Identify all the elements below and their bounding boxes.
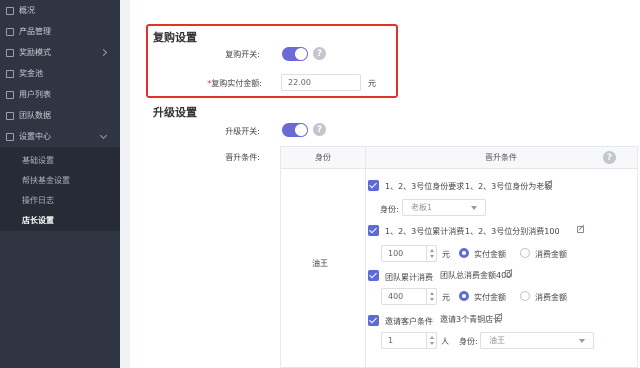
stepper-arrows-icon[interactable] — [426, 289, 436, 304]
settings-icon — [6, 132, 14, 141]
team-icon — [6, 111, 14, 120]
stepper-arrows-icon[interactable] — [426, 246, 436, 261]
row-identity: 油王 — [312, 259, 328, 268]
upgrade-switch-label: 升级开关: — [225, 127, 260, 136]
table-divider — [365, 147, 366, 368]
sidebar-item-team-data[interactable]: 团队数据 — [0, 105, 120, 126]
repurchase-title: 复购设置 — [153, 31, 197, 44]
radio-consume-label: 消费金额 — [535, 250, 567, 259]
chevron-right-icon — [99, 48, 108, 57]
question-circle-icon[interactable]: ? — [603, 151, 616, 164]
submenu-item-aid-fund[interactable]: 帮扶基金设置 — [22, 170, 70, 190]
radio-paid-amount[interactable] — [459, 291, 469, 301]
repurchase-amount-input[interactable]: 22.00 — [281, 74, 361, 91]
invite-identity-select[interactable]: 油王 — [480, 332, 594, 349]
condition-identity-desc: 1、2、3号位身份为老板 — [465, 182, 553, 191]
question-circle-icon[interactable]: ? — [313, 123, 326, 136]
sidebar-item-label: 奖金池 — [19, 69, 43, 78]
stepper-arrows-icon[interactable] — [426, 333, 436, 348]
user-list-icon — [6, 90, 14, 99]
condition-consume-label: 1、2、3号位累计消费 — [385, 227, 465, 236]
radio-paid-label: 实付金额 — [474, 250, 506, 259]
radio-consume-amount[interactable] — [520, 248, 530, 258]
repurchase-amount-unit: 元 — [368, 79, 376, 88]
checkbox-condition-invite[interactable] — [368, 315, 379, 326]
sidebar-item-overview[interactable]: 概况 — [0, 0, 120, 21]
upgrade-switch[interactable] — [282, 123, 308, 137]
sidebar-item-label: 奖励模式 — [19, 48, 51, 57]
repurchase-amount-label: *复购实付金额: — [207, 79, 262, 88]
identity-label: 身份: — [380, 205, 399, 214]
reward-icon — [6, 48, 14, 57]
overview-icon — [6, 6, 14, 15]
repurchase-switch-label: 复购开关: — [225, 50, 260, 59]
checkbox-condition-team[interactable] — [368, 270, 379, 281]
edit-icon[interactable] — [577, 226, 584, 233]
table-header-identity: 身份 — [281, 147, 365, 169]
sidebar-item-products[interactable]: 产品管理 — [0, 21, 120, 42]
sidebar: 概况 产品管理 奖励模式 奖金池 用户列表 团队数据 设置中心 基础设置 帮扶基… — [0, 0, 120, 368]
radio-paid-amount[interactable] — [459, 248, 469, 258]
sidebar-item-settings[interactable]: 设置中心 — [0, 126, 120, 147]
sidebar-item-users[interactable]: 用户列表 — [0, 84, 120, 105]
radio-consume-label: 消费金额 — [535, 293, 567, 302]
submenu-item-log[interactable]: 操作日志 — [22, 190, 54, 210]
team-unit: 元 — [442, 293, 450, 302]
checkbox-condition-identity[interactable] — [368, 180, 379, 191]
edit-icon[interactable] — [495, 314, 502, 321]
settings-submenu: 基础设置 帮扶基金设置 操作日志 店长设置 — [0, 147, 120, 231]
condition-consume-desc: 1、2、3号位分别消费100 — [465, 227, 560, 236]
submenu-item-store-manager[interactable]: 店长设置 — [22, 210, 54, 230]
product-icon — [6, 27, 14, 36]
sidebar-item-label: 用户列表 — [19, 90, 51, 99]
pool-icon — [6, 69, 14, 78]
radio-paid-label: 实付金额 — [474, 293, 506, 302]
invite-unit: 人 — [441, 337, 449, 346]
condition-team-label: 团队累计消费 — [385, 273, 433, 282]
sidebar-item-label: 设置中心 — [19, 132, 51, 141]
promotion-condition-label: 晋升条件: — [225, 153, 260, 162]
sidebar-item-bonus-pool[interactable]: 奖金池 — [0, 63, 120, 84]
team-amount-stepper[interactable]: 400 — [381, 288, 437, 305]
checkbox-condition-consume[interactable] — [368, 225, 379, 236]
condition-team-desc: 团队总消费金额400 — [440, 271, 512, 280]
repurchase-switch[interactable] — [282, 47, 308, 61]
chevron-down-icon — [99, 131, 108, 139]
sidebar-item-label: 产品管理 — [19, 27, 51, 36]
invite-identity-label: 身份: — [459, 337, 478, 346]
identity-select[interactable]: 老板1 — [402, 199, 486, 216]
sidebar-item-reward-mode[interactable]: 奖励模式 — [0, 42, 120, 63]
table-header-condition: 晋升条件 — [365, 147, 637, 169]
consume-unit: 元 — [442, 250, 450, 259]
condition-invite-label: 邀请客户条件 — [385, 317, 433, 326]
submenu-item-basic[interactable]: 基础设置 — [22, 150, 54, 170]
upgrade-title: 升级设置 — [153, 106, 197, 119]
sidebar-item-label: 概况 — [19, 6, 35, 15]
condition-invite-desc: 邀请3个青铜店长 — [440, 315, 502, 324]
condition-identity-label: 1、2、3号位身份要求 — [385, 182, 465, 191]
radio-consume-amount[interactable] — [520, 291, 530, 301]
sidebar-item-label: 团队数据 — [19, 111, 51, 120]
consume-amount-stepper[interactable]: 100 — [381, 245, 437, 262]
question-circle-icon[interactable]: ? — [313, 47, 326, 60]
chevron-down-icon — [471, 206, 477, 210]
invite-count-stepper[interactable]: 1 — [381, 332, 437, 349]
edit-icon[interactable] — [505, 270, 512, 277]
chevron-down-icon — [579, 339, 585, 343]
edit-icon[interactable] — [545, 181, 552, 188]
